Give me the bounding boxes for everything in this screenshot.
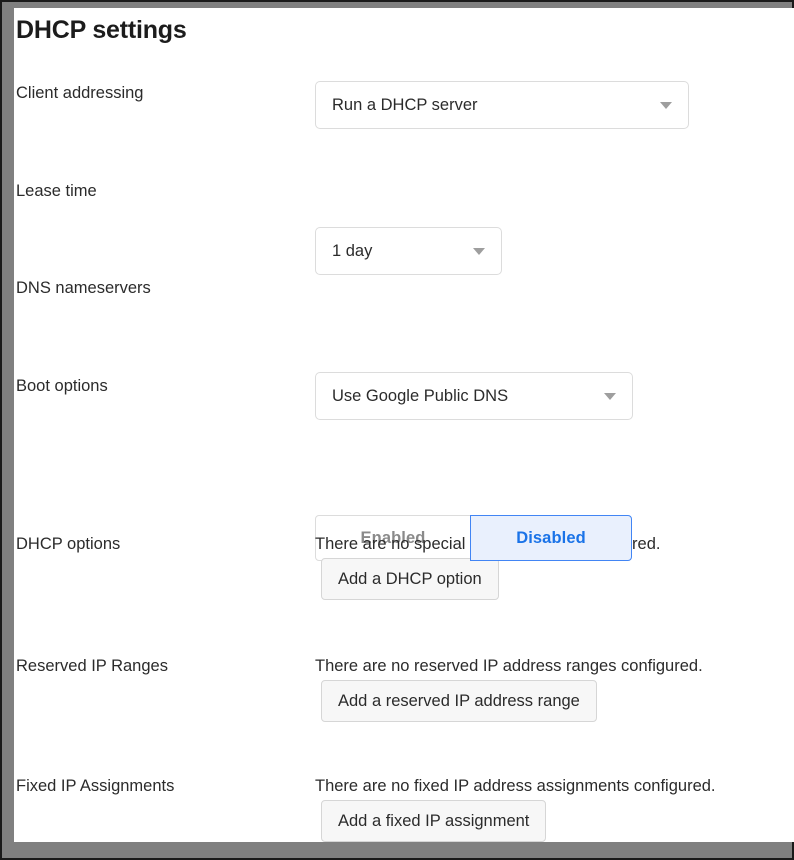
label-reserved-ip-ranges: Reserved IP Ranges <box>16 657 168 675</box>
reserved-ip-ranges-empty-text: There are no reserved IP address ranges … <box>315 657 703 675</box>
label-boot-options: Boot options <box>16 377 108 395</box>
add-reserved-ip-range-button[interactable]: Add a reserved IP address range <box>321 680 597 722</box>
dhcp-settings-page: DHCP settings Client addressing Run a DH… <box>14 8 794 842</box>
select-lease-time[interactable]: 1 day <box>315 227 502 275</box>
chevron-down-icon <box>660 102 672 109</box>
label-lease-time: Lease time <box>16 182 97 200</box>
label-dhcp-options: DHCP options <box>16 535 121 553</box>
label-client-addressing: Client addressing <box>16 84 144 102</box>
add-fixed-ip-assignment-button[interactable]: Add a fixed IP assignment <box>321 800 547 842</box>
select-client-addressing-value: Run a DHCP server <box>332 95 478 114</box>
window-frame: DHCP settings Client addressing Run a DH… <box>0 0 794 860</box>
select-dns-nameservers-value: Use Google Public DNS <box>332 386 509 405</box>
boot-options-disabled-button[interactable]: Disabled <box>470 515 632 561</box>
select-lease-time-value: 1 day <box>332 241 373 260</box>
page-title: DHCP settings <box>16 16 187 44</box>
chevron-down-icon <box>604 393 616 400</box>
select-client-addressing[interactable]: Run a DHCP server <box>315 81 689 129</box>
label-fixed-ip-assignments: Fixed IP Assignments <box>16 777 175 795</box>
add-dhcp-option-button[interactable]: Add a DHCP option <box>321 558 499 600</box>
chevron-down-icon <box>473 248 485 255</box>
fixed-ip-assignments-empty-text: There are no fixed IP address assignment… <box>315 777 716 795</box>
select-dns-nameservers[interactable]: Use Google Public DNS <box>315 372 633 420</box>
label-dns-nameservers: DNS nameservers <box>16 279 151 297</box>
